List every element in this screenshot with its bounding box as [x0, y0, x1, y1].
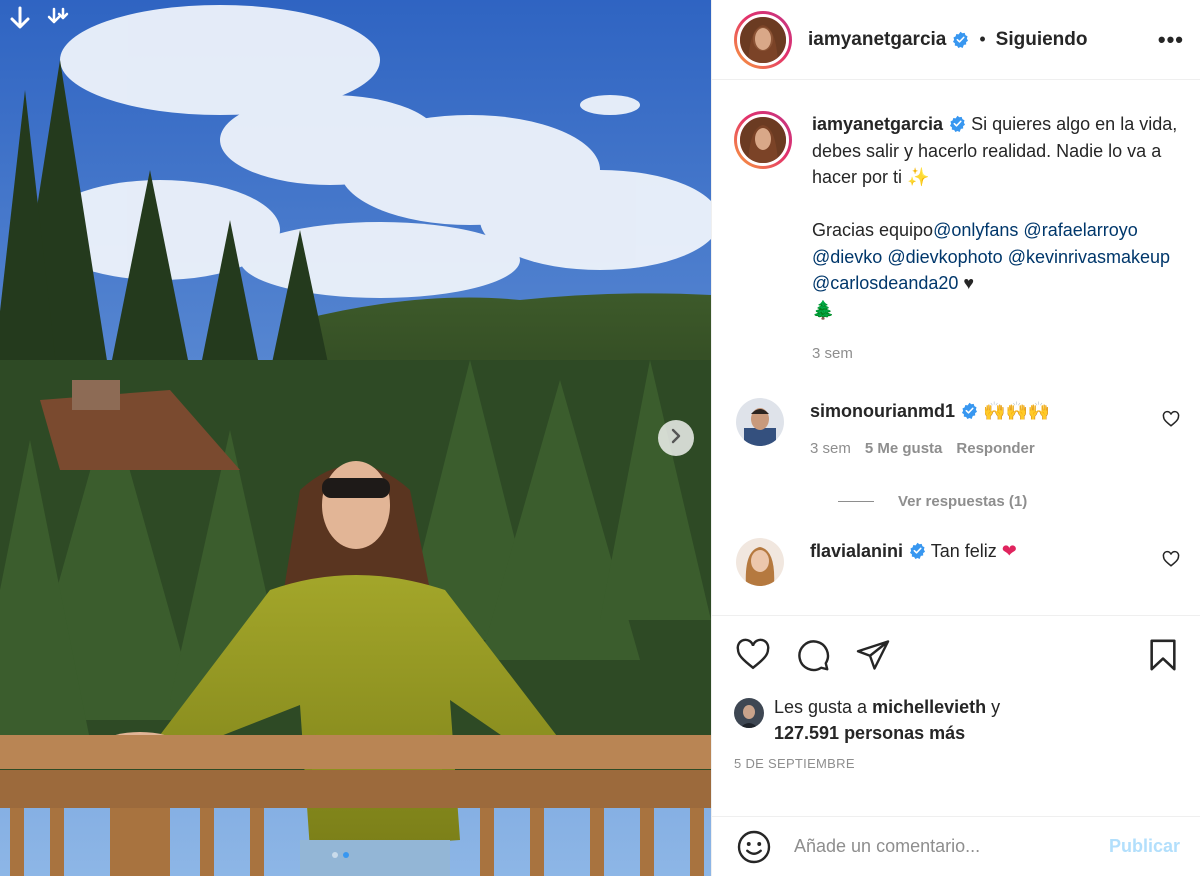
- comment-username[interactable]: flavialanini: [810, 541, 903, 561]
- like-comment-heart-icon[interactable]: [1162, 410, 1180, 433]
- verified-badge-icon: [909, 540, 926, 559]
- likes-summary: Les gusta a michellevieth y 127.591 pers…: [734, 694, 1180, 746]
- caption-avatar[interactable]: [734, 111, 792, 169]
- smiley-icon[interactable]: [736, 829, 772, 865]
- author-avatar[interactable]: [734, 10, 792, 69]
- caption-timestamp[interactable]: 3 sem: [812, 341, 1180, 368]
- likes-prefix: Les gusta a: [774, 697, 868, 717]
- caption-text-block: iamyanetgarcia Si quieres algo en la vid…: [812, 111, 1180, 368]
- comment-body: simonourianmd1 🙌🙌🙌 3 sem 5 Me gusta Respon…: [810, 398, 1180, 463]
- likes-count-button[interactable]: 127.591 personas más: [774, 723, 965, 743]
- comment-input[interactable]: [794, 836, 1109, 857]
- mention-link[interactable]: @kevinrivasmakeup: [1008, 247, 1170, 267]
- heart-emoji: ♥: [963, 273, 975, 293]
- post-actions-area: Les gusta a michellevieth y 127.591 pers…: [712, 615, 1200, 771]
- comment-text: Tan feliz: [930, 540, 997, 561]
- comment-likes-count[interactable]: 5 Me gusta: [865, 440, 943, 457]
- heart-icon[interactable]: [734, 637, 772, 673]
- post-date[interactable]: 5 DE SEPTIEMBRE: [734, 756, 1180, 771]
- verified-badge-icon: [949, 113, 966, 132]
- reply-button[interactable]: Responder: [956, 440, 1034, 457]
- comment-item: simonourianmd1 🙌🙌🙌 3 sem 5 Me gusta Respon…: [734, 397, 1180, 463]
- carousel-dot-active: [343, 852, 349, 858]
- header-separator: •: [979, 29, 986, 49]
- comment-username[interactable]: simonourianmd1: [810, 401, 955, 421]
- red-heart-emoji: ❤: [1001, 540, 1017, 561]
- mention-link[interactable]: @onlyfans: [933, 220, 1018, 240]
- mention-link[interactable]: @rafaelarroyo: [1023, 220, 1137, 240]
- verified-badge-icon: [961, 400, 978, 419]
- publish-button[interactable]: Publicar: [1109, 836, 1180, 857]
- likes-conjunction: y: [991, 697, 1001, 717]
- comment-timestamp[interactable]: 3 sem: [810, 440, 851, 457]
- view-replies-label: Ver respuestas (1): [898, 492, 1028, 510]
- commenter-avatar[interactable]: [736, 537, 784, 586]
- verified-badge-icon: [952, 31, 969, 48]
- add-comment-bar: Publicar: [712, 816, 1200, 876]
- comment-meta: 3 sem 5 Me gusta Responder: [810, 436, 1180, 463]
- comments-list[interactable]: iamyanetgarcia Si quieres algo en la vid…: [712, 81, 1200, 615]
- like-comment-heart-icon[interactable]: [1162, 550, 1180, 573]
- share-icon[interactable]: [854, 637, 892, 673]
- caption-username[interactable]: iamyanetgarcia: [812, 114, 943, 134]
- carousel-indicator: [332, 852, 349, 858]
- chevron-right-icon: [669, 428, 683, 449]
- post-image-scene: [0, 0, 711, 876]
- replies-divider: [838, 500, 874, 502]
- more-options-icon[interactable]: •••: [1158, 27, 1184, 53]
- comment-body: flavialanini Tan feliz ❤: [810, 538, 1180, 565]
- carousel-dot: [332, 852, 338, 858]
- caption-thanks: Gracias equipo: [812, 220, 934, 240]
- bookmark-icon[interactable]: [1146, 637, 1180, 673]
- download-all-icon[interactable]: [46, 6, 70, 37]
- liker-username[interactable]: michellevieth: [872, 697, 986, 717]
- comment-icon[interactable]: [794, 637, 832, 673]
- post-side-panel: iamyanetgarcia • Siguiendo ••• iamyanetg…: [711, 0, 1200, 876]
- tree-emoji: 🌲: [812, 299, 835, 320]
- download-buttons: [8, 6, 70, 37]
- action-bar: [734, 616, 1180, 694]
- mention-link[interactable]: @carlosdeanda20: [812, 273, 958, 293]
- post-photo[interactable]: [0, 0, 711, 876]
- post-header: iamyanetgarcia • Siguiendo •••: [712, 0, 1200, 80]
- caption: iamyanetgarcia Si quieres algo en la vid…: [734, 81, 1180, 368]
- carousel-next-button[interactable]: [658, 420, 694, 456]
- author-username[interactable]: iamyanetgarcia: [808, 29, 946, 51]
- comment-item: flavialanini Tan feliz ❤: [734, 537, 1180, 586]
- download-icon[interactable]: [8, 6, 32, 37]
- following-button[interactable]: Siguiendo: [996, 29, 1088, 51]
- mention-link[interactable]: @dievko: [812, 247, 882, 267]
- mention-link[interactable]: @dievkophoto: [887, 247, 1002, 267]
- likes-text: Les gusta a michellevieth y 127.591 pers…: [774, 694, 1000, 746]
- comment-text: 🙌🙌🙌: [983, 400, 1051, 421]
- commenter-avatar[interactable]: [736, 397, 784, 446]
- liker-avatar[interactable]: [734, 698, 764, 728]
- view-replies-button[interactable]: Ver respuestas (1): [838, 493, 1180, 510]
- sparkles-emoji: ✨: [907, 167, 930, 187]
